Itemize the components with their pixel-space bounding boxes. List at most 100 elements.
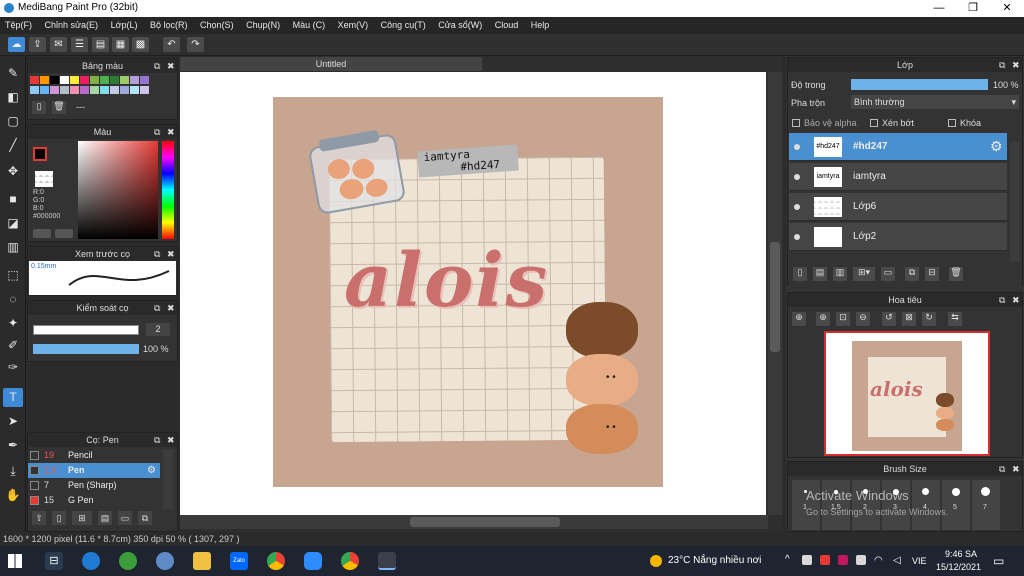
delete-icon[interactable]: 🗑 (52, 101, 66, 114)
popout-icon[interactable]: ⧉ (154, 247, 160, 261)
size-slider[interactable] (33, 325, 139, 335)
popout-icon[interactable]: ⧉ (154, 59, 160, 73)
hue-slider[interactable] (162, 141, 174, 239)
swatch[interactable] (110, 76, 119, 84)
menu-view[interactable]: Xem(V) (333, 17, 374, 30)
new-layer-icon[interactable]: ▯ (793, 267, 807, 281)
minimize-button[interactable]: — (922, 0, 956, 17)
folder-icon[interactable] (193, 552, 211, 570)
brush-item[interactable]: 7 Pen (Sharp) (28, 478, 160, 493)
hand-tool-icon[interactable]: ✋ (3, 486, 23, 505)
popout-icon[interactable]: ⧉ (154, 433, 160, 447)
close-icon[interactable]: ✖ (1012, 293, 1020, 307)
size-cell[interactable]: 7 (972, 480, 1000, 530)
layer-scrollbar[interactable] (1010, 142, 1020, 262)
chrome-icon[interactable] (267, 552, 285, 570)
swatch[interactable] (30, 86, 39, 94)
fit-icon[interactable]: ⊡ (836, 312, 850, 326)
list-icon[interactable]: ▦ (112, 37, 129, 52)
swatch[interactable] (30, 76, 39, 84)
brush-tool-icon[interactable]: ✎ (3, 64, 23, 83)
swatch[interactable] (80, 86, 89, 94)
swatch[interactable] (50, 86, 59, 94)
gradient-tool-icon[interactable]: ▥ (3, 238, 23, 257)
swatch[interactable] (70, 76, 79, 84)
eyedropper-icon[interactable]: ✒ (3, 436, 23, 455)
menu-edit[interactable]: Chỉnh sửa(E) (40, 17, 104, 30)
dropper-icon[interactable]: ⤓ (3, 462, 23, 481)
vertical-scrollbar[interactable] (768, 72, 782, 515)
new-brush-icon[interactable]: ▯ (52, 511, 66, 525)
layer-row[interactable]: Lớp6 (789, 193, 1007, 221)
magic-wand-icon[interactable]: ✦ (3, 314, 23, 333)
horizontal-scrollbar[interactable] (180, 515, 768, 529)
select-rect-icon[interactable]: ⬚ (3, 266, 23, 285)
swatch[interactable] (110, 86, 119, 94)
comment-icon[interactable]: ✉ (50, 37, 67, 52)
swatch[interactable] (90, 76, 99, 84)
swatch[interactable] (40, 86, 49, 94)
clipping-checkbox[interactable]: Xén bớt (870, 118, 914, 128)
close-icon[interactable]: ✖ (1012, 462, 1020, 476)
saturation-square[interactable] (78, 141, 158, 239)
add-layer-menu-icon[interactable]: ⊞▾ (853, 267, 875, 281)
layer-row[interactable]: #hd247 #hd247 ⚙ (789, 133, 1007, 161)
menu-cloud[interactable]: Cloud (490, 17, 524, 30)
eye-icon[interactable] (794, 204, 800, 210)
eye-icon[interactable] (794, 174, 800, 180)
zoom-icon[interactable] (304, 552, 322, 570)
swatch[interactable] (140, 86, 149, 94)
menu-select[interactable]: Chọn(S) (195, 17, 239, 30)
folder-icon[interactable]: ▭ (118, 511, 132, 525)
chevron-up-icon[interactable]: ^ (785, 554, 790, 565)
page-icon[interactable]: ▤ (92, 37, 109, 52)
upload-icon[interactable]: ⇧ (32, 511, 46, 525)
navigator-viewport[interactable]: alois (824, 331, 990, 456)
add-brush-icon[interactable]: ⊞ (72, 511, 92, 525)
lock-checkbox[interactable]: Khóa (948, 118, 981, 128)
protect-alpha-checkbox[interactable]: Bảo vệ alpha (792, 118, 857, 128)
eye-icon[interactable] (794, 234, 800, 240)
app-icon[interactable] (156, 552, 174, 570)
clock-time[interactable]: 9:46 SA (944, 549, 978, 559)
medibang-icon[interactable] (378, 552, 396, 570)
clock-date[interactable]: 15/12/2021 (936, 562, 981, 572)
line-tool-icon[interactable]: ╱ (3, 136, 23, 155)
reset-icon[interactable]: ⊠ (902, 312, 916, 326)
merge-icon[interactable]: ⊟ (925, 267, 939, 281)
volume-icon[interactable]: ◁ (893, 555, 901, 566)
popout-icon[interactable]: ⧉ (999, 293, 1005, 307)
windows-start-icon[interactable] (8, 554, 22, 568)
swatch[interactable] (120, 76, 129, 84)
zoom-in-icon[interactable]: ⊕ (792, 312, 806, 326)
swatch[interactable] (130, 76, 139, 84)
swatch[interactable] (120, 86, 129, 94)
tray-icon[interactable] (838, 555, 848, 565)
swatch[interactable] (90, 86, 99, 94)
maximize-button[interactable]: ❐ (956, 0, 990, 17)
size-cell[interactable]: 5 (942, 480, 970, 530)
swatch[interactable] (40, 76, 49, 84)
folder-icon[interactable]: ▭ (881, 267, 895, 281)
tray-icon[interactable] (856, 555, 866, 565)
gear-icon[interactable]: ⚙ (990, 138, 1003, 155)
close-icon[interactable]: ✖ (167, 247, 175, 261)
rotate-right-icon[interactable]: ↻ (922, 312, 936, 326)
opacity-slider[interactable] (33, 344, 139, 354)
document-tab[interactable]: Untitled (180, 57, 482, 71)
color-option-button[interactable] (33, 229, 51, 238)
layer-row[interactable]: Lớp2 (789, 223, 1007, 251)
select-eraser-icon[interactable]: ✑ (3, 358, 23, 377)
menu-layer[interactable]: Lớp(L) (106, 17, 143, 30)
copy-icon[interactable]: ⧉ (138, 511, 152, 525)
brush-item[interactable]: 19 Pencil (28, 448, 160, 463)
menu-capture[interactable]: Chụp(N) (241, 17, 285, 30)
swatch[interactable] (140, 76, 149, 84)
popout-icon[interactable]: ⧉ (999, 462, 1005, 476)
swatch[interactable] (100, 86, 109, 94)
menu-help[interactable]: Help (526, 17, 555, 30)
delete-icon[interactable]: 🗑 (949, 267, 963, 281)
close-icon[interactable]: ✖ (167, 433, 175, 447)
swatch[interactable] (60, 86, 69, 94)
popout-icon[interactable]: ⧉ (154, 301, 160, 315)
